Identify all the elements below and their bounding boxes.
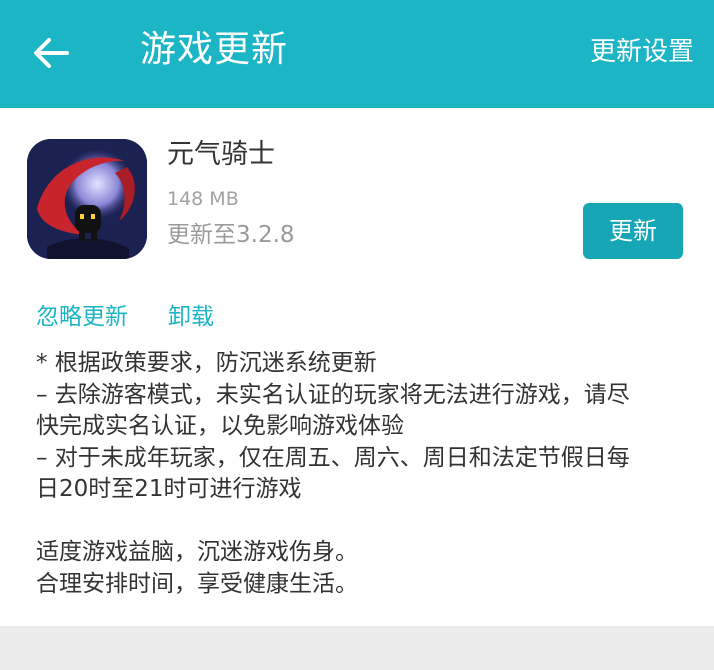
release-note-line: 适度游戏益脑，沉迷游戏伤身。 (36, 539, 358, 565)
app-size: 148 MB (167, 188, 239, 210)
release-note-line: 合理安排时间，享受健康生活。 (36, 570, 358, 597)
app-name: 元气骑士 (167, 139, 275, 170)
soul-knight-icon (27, 139, 147, 259)
release-note-line: * 根据政策要求，防沉迷系统更新 (36, 350, 377, 376)
back-button[interactable] (28, 30, 74, 76)
uninstall-link[interactable]: 卸载 (168, 301, 214, 333)
update-card: 元气骑士 148 MB 更新至3.2.8 更新 忽略更新 卸载 * 根据政策要求… (0, 108, 714, 626)
release-note-line: – 去除游客模式，未实名认证的玩家将无法进行游戏，请尽 (36, 381, 630, 408)
ignore-update-link[interactable]: 忽略更新 (36, 301, 128, 333)
release-note-spacer (36, 506, 676, 538)
update-settings-button[interactable]: 更新设置 (590, 35, 694, 69)
release-note-line: 日20时至21时可进行游戏 (36, 476, 302, 502)
app-icon[interactable] (27, 139, 147, 259)
action-links: 忽略更新 卸载 (36, 301, 214, 333)
release-note-line: 快完成实名认证，以免影响游戏体验 (36, 413, 404, 439)
release-notes: * 根据政策要求，防沉迷系统更新 – 去除游客模式，未实名认证的玩家将无法进行游… (36, 348, 676, 600)
update-button[interactable]: 更新 (583, 203, 683, 259)
release-note-line: – 对于未成年玩家，仅在周五、周六、周日和法定节假日每 (36, 444, 630, 471)
page-title: 游戏更新 (140, 29, 289, 70)
app-version: 更新至3.2.8 (167, 222, 295, 248)
app-bar: 游戏更新 更新设置 (0, 0, 714, 108)
arrow-left-icon (34, 38, 69, 68)
